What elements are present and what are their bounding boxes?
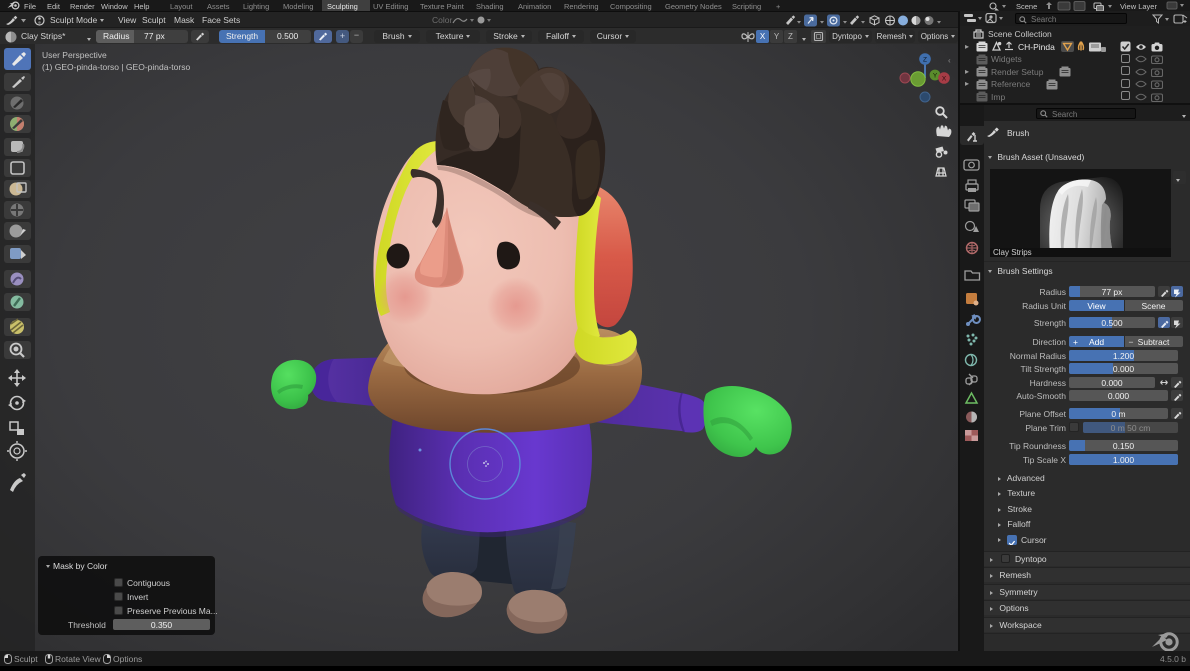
svg-text:X: X <box>942 76 947 83</box>
svg-text:Y: Y <box>933 73 938 80</box>
svg-text:Z: Z <box>923 57 927 64</box>
